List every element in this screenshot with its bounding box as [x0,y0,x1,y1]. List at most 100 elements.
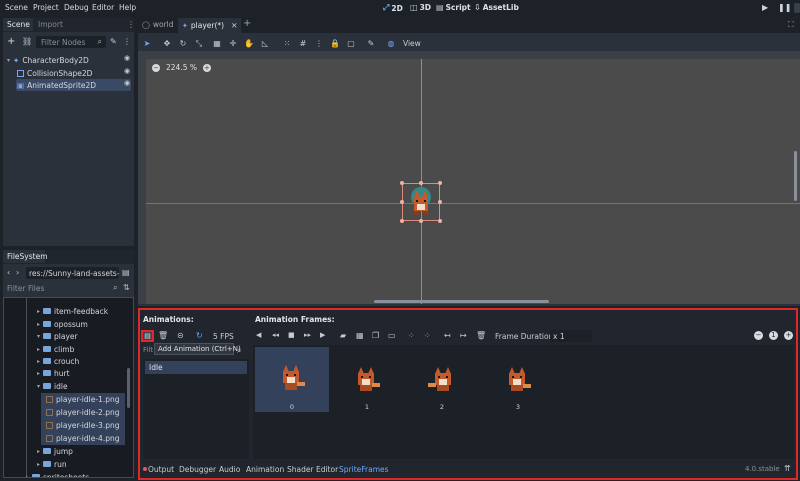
rotate-tool-icon[interactable]: ↻ [178,39,188,49]
tab-output[interactable]: Output [148,465,174,474]
pause-icon[interactable]: ❚❚ [778,3,791,13]
workspace-script-button[interactable]: ▤ Script [436,3,471,12]
ruler-tool-icon[interactable]: ◺ [260,39,270,49]
folder-crouch[interactable]: ▸ crouch [37,355,79,367]
menu-scene[interactable]: Scene [5,3,28,12]
frame-item-1[interactable]: 1 [330,347,404,412]
workspace-assetlib-button[interactable]: ⇩ AssetLib [474,3,519,12]
file-player-idle-1[interactable]: player-idle-1.png [46,393,119,405]
frame-item-0[interactable]: 0 [255,347,329,412]
filter-animations-input[interactable]: Filt [143,346,153,354]
folder-idle[interactable]: ▾ idle [37,380,68,392]
resize-handle[interactable] [400,200,404,204]
delete-animation-icon[interactable]: 🗑 [158,331,168,340]
play-icon[interactable]: ▶ [762,3,772,13]
resize-handle[interactable] [419,181,423,185]
folder-player[interactable]: ▾ player [37,330,78,342]
stop-icon[interactable]: ■ [288,331,295,339]
folder-climb[interactable]: ▸ climb [37,343,74,355]
insert-after-icon[interactable]: ⁘ [424,331,431,340]
close-icon[interactable]: ✕ [231,21,237,30]
play-backwards-start-icon[interactable]: ◀ [256,331,261,339]
select-list-icon[interactable]: ▦ [212,39,222,49]
file-player-idle-3[interactable]: player-idle-3.png [46,419,119,431]
canvas-area[interactable]: − 224.5 % + [138,51,800,304]
smart-snap-icon[interactable]: ⁙ [282,39,292,49]
skeleton-icon[interactable]: ✎ [366,39,376,49]
sort-icon[interactable]: ⇅ [123,283,130,292]
insert-before-icon[interactable]: ⁘ [408,331,415,340]
copy-frame-icon[interactable]: ❐ [372,331,379,340]
visibility-eye-icon[interactable]: ◉ [124,79,131,87]
folder-jump[interactable]: ▸ jump [37,445,73,457]
move-right-icon[interactable]: ↦ [460,331,467,340]
workspace-3d-button[interactable]: ◫ 3D [410,3,431,12]
back-icon[interactable]: ‹ [7,268,10,277]
tree-node-collisionshape2d[interactable]: CollisionShape2D ◉ [17,67,131,79]
pan-tool-icon[interactable]: ✋ [244,39,254,49]
file-player-idle-4[interactable]: player-idle-4.png [46,432,119,444]
resize-handle[interactable] [438,200,442,204]
add-node-icon[interactable]: + [7,37,15,47]
add-frame-from-file-icon[interactable]: ▰ [340,331,346,340]
file-player-idle-2[interactable]: player-idle-2.png [46,406,119,418]
workspace-2d-button[interactable]: ⤢ 2D [383,3,403,13]
play-backwards-icon[interactable]: ◂◂ [272,331,279,339]
tree-node-animatedsprite2d[interactable]: ▣ AnimatedSprite2D ◉ [16,79,131,91]
resize-handle[interactable] [419,219,423,223]
frame-duration-input[interactable]: x 1 [550,330,592,342]
animation-item-idle[interactable]: Idle [145,361,247,374]
dock-menu-icon[interactable]: ⋮ [127,20,135,29]
tab-shader-editor[interactable]: Shader Editor [287,465,338,474]
link-icon[interactable]: ⛓ [22,37,32,46]
panel-expand-icon[interactable]: ⇈ [784,464,791,473]
zoom-in-icon[interactable]: + [202,63,211,72]
scale-tool-icon[interactable]: ⤡ [194,39,204,49]
tab-filesystem[interactable]: FileSystem [3,250,48,263]
move-tool-icon[interactable]: ✥ [162,39,172,49]
lock-icon[interactable]: 🔒 [330,39,340,49]
filter-nodes-input[interactable]: Filter Nodes ⌕ [36,36,106,48]
visibility-eye-icon[interactable]: ◉ [124,67,131,75]
tab-spriteframes[interactable]: SpriteFrames [339,465,389,474]
move-left-icon[interactable]: ↤ [444,331,451,340]
stop-icon[interactable] [794,3,800,13]
group-icon[interactable]: ▢ [346,39,356,49]
filter-files-input[interactable]: Filter Files ⌕ ⇅ [3,282,134,294]
play-from-start-icon[interactable]: ▶ [320,331,325,339]
pivot-tool-icon[interactable]: ✛ [228,39,238,49]
resize-handle[interactable] [400,219,404,223]
camera-override-icon[interactable]: ◍ [386,39,396,49]
menu-help[interactable]: Help [119,3,136,12]
zoom-reset-icon[interactable]: 1 [769,331,778,340]
paste-frame-icon[interactable]: ▭ [388,331,396,340]
zoom-in-icon[interactable]: + [784,331,793,340]
view-menu[interactable]: View [403,39,421,48]
path-field[interactable]: res://Sunny-land-assets-file [26,267,119,279]
distraction-free-icon[interactable]: ⛶ [788,20,798,30]
tab-debugger[interactable]: Debugger [179,465,216,474]
zoom-out-icon[interactable]: − [754,331,763,340]
zoom-out-icon[interactable]: − [152,63,160,72]
tree-node-characterbody2d[interactable]: ▾ ✦ CharacterBody2D ◉ [7,54,131,66]
folder-run[interactable]: ▸ run [37,458,67,470]
scene-tab-world[interactable]: ◯ world [142,20,174,29]
vertical-scrollbar[interactable] [794,151,797,201]
tree-menu-icon[interactable]: ⋮ [123,37,131,46]
select-tool-icon[interactable]: ➤ [142,39,152,49]
tab-animation[interactable]: Animation [246,465,284,474]
frame-item-3[interactable]: 3 [481,347,555,412]
folder-item-feedback[interactable]: ▸ item-feedback [37,305,108,317]
split-view-icon[interactable]: ▤ [122,268,131,277]
tab-audio[interactable]: Audio [219,465,240,474]
play-icon[interactable]: ▸▸ [304,331,311,339]
add-animation-button[interactable]: ▤ [141,330,154,342]
zoom-level[interactable]: 224.5 % [166,63,197,72]
autoplay-icon[interactable]: ⊝ [177,331,184,340]
delete-frame-icon[interactable]: 🗑 [476,331,486,340]
resize-handle[interactable] [400,181,404,185]
grid-snap-icon[interactable]: # [298,39,308,49]
add-frames-from-sheet-icon[interactable]: ▦ [356,331,364,340]
resize-handle[interactable] [438,219,442,223]
snap-options-icon[interactable]: ⋮ [314,39,324,49]
